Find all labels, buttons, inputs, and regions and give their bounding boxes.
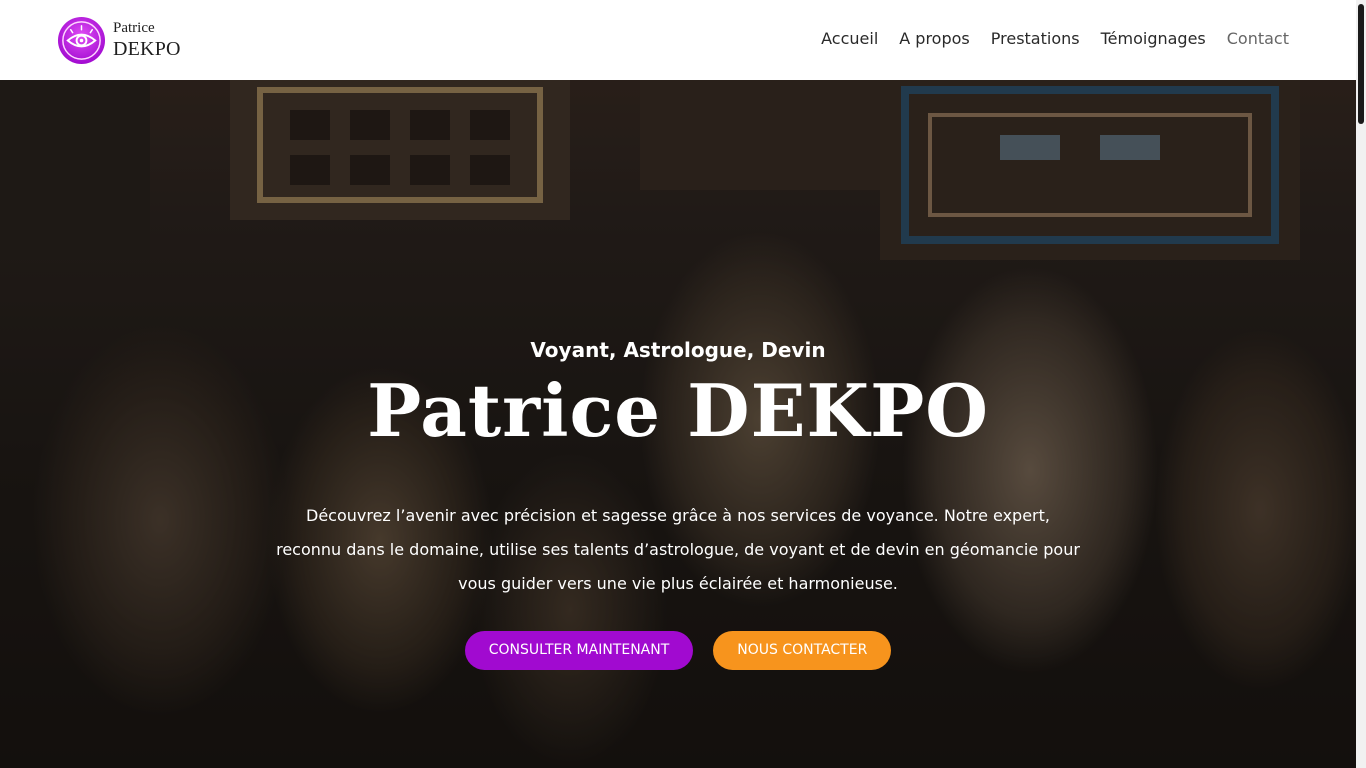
scrollbar-thumb[interactable]	[1358, 4, 1364, 124]
nav-link-accueil[interactable]: Accueil	[821, 27, 878, 51]
hero-buttons: CONSULTER MAINTENANT NOUS CONTACTER	[0, 631, 1356, 670]
hero-section: Voyant, Astrologue, Devin Patrice DEKPO …	[0, 80, 1356, 768]
consult-now-button[interactable]: CONSULTER MAINTENANT	[464, 631, 694, 670]
logo-last-name: DEKPO	[113, 38, 181, 60]
logo-text: Patrice DEKPO	[113, 20, 181, 60]
hero-description: Découvrez l’avenir avec précision et sag…	[276, 506, 1080, 593]
hero-title: Patrice DEKPO	[367, 368, 989, 453]
contact-us-button[interactable]: NOUS CONTACTER	[713, 631, 892, 670]
logo-first-name: Patrice	[113, 20, 155, 36]
main-nav: Accueil A propos Prestations Témoignages…	[821, 27, 1289, 51]
hero-subtitle: Voyant, Astrologue, Devin	[530, 338, 826, 362]
nav-link-temoignages[interactable]: Témoignages	[1101, 27, 1206, 51]
site-header: Patrice DEKPO Accueil A propos Prestatio…	[0, 0, 1356, 80]
site-logo[interactable]: Patrice DEKPO	[57, 15, 181, 65]
page-scrollbar[interactable]	[1356, 0, 1366, 768]
eye-icon	[57, 16, 106, 64]
nav-link-prestations[interactable]: Prestations	[991, 27, 1080, 51]
nav-link-a-propos[interactable]: A propos	[899, 27, 969, 51]
nav-link-contact[interactable]: Contact	[1227, 27, 1289, 51]
